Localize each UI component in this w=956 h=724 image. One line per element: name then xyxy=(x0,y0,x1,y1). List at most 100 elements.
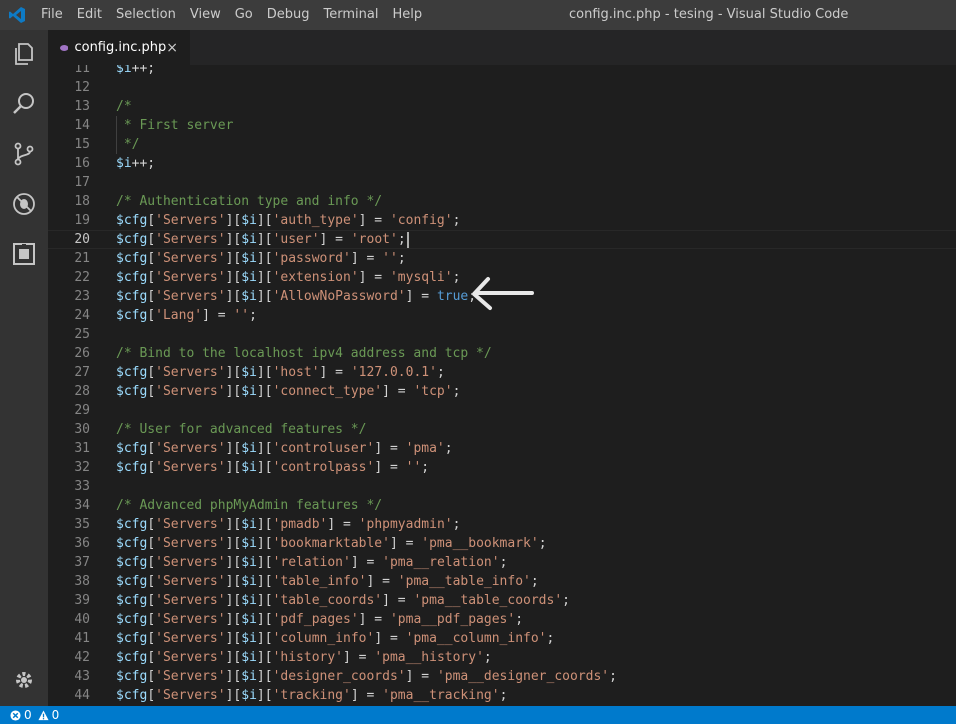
code-token: '127.0.0.1' xyxy=(350,365,437,380)
code-token: $cfg xyxy=(116,308,148,323)
code-token: ] = xyxy=(350,555,383,570)
code-line[interactable]: 36 $cfg['Servers'][$i]['bookmarktable'] =… xyxy=(48,534,956,553)
code-text: $cfg['Servers'][$i]['column_info'] = 'pm… xyxy=(116,629,554,648)
warning-count: 0 xyxy=(51,708,60,722)
code-token: ; xyxy=(562,593,570,608)
code-text: $cfg['Servers'][$i]['pdf_pages'] = 'pma_… xyxy=(116,610,523,629)
code-line[interactable]: 22 $cfg['Servers'][$i]['extension'] = 'my… xyxy=(48,268,956,287)
tab-config-inc-php[interactable]: config.inc.php × xyxy=(48,30,190,65)
code-token: [ xyxy=(147,593,156,608)
code-token: ][ xyxy=(225,669,242,684)
code-line[interactable]: 25 xyxy=(48,325,956,344)
code-token: ][ xyxy=(225,460,242,475)
code-line[interactable]: 17 xyxy=(48,173,956,192)
code-line[interactable]: 19 $cfg['Servers'][$i]['auth_type'] = 'co… xyxy=(48,211,956,230)
activity-bar xyxy=(0,30,48,706)
settings-gear-icon[interactable] xyxy=(0,658,48,702)
line-number: 21 xyxy=(74,251,90,266)
code-token: [ xyxy=(147,650,156,665)
code-text: $cfg['Servers'][$i]['table_info'] = 'pma… xyxy=(116,572,539,591)
menu-selection[interactable]: Selection xyxy=(109,0,183,30)
code-line[interactable]: 39 $cfg['Servers'][$i]['table_coords'] = … xyxy=(48,591,956,610)
code-line[interactable]: 24 $cfg['Lang'] = ''; xyxy=(48,306,956,325)
code-line[interactable]: 27 $cfg['Servers'][$i]['host'] = '127.0.0… xyxy=(48,363,956,382)
code-line[interactable]: 31 $cfg['Servers'][$i]['controluser'] = '… xyxy=(48,439,956,458)
code-text: $cfg['Servers'][$i]['user'] = 'root'; xyxy=(116,231,406,248)
problems-indicator[interactable]: 0 0 xyxy=(10,708,59,722)
code-line[interactable]: 23 $cfg['Servers'][$i]['AllowNoPassword']… xyxy=(48,287,956,306)
code-editor[interactable]: 11 $i++; 12 13/* 14 * First server 15 */16 $i+… xyxy=(48,65,956,706)
code-token: 'Servers' xyxy=(155,574,226,589)
code-token: [ xyxy=(147,232,156,247)
code-token: ] = xyxy=(350,251,383,266)
menu-help[interactable]: Help xyxy=(385,0,429,30)
menu-edit[interactable]: Edit xyxy=(70,0,109,30)
code-line[interactable]: 12 xyxy=(48,78,956,97)
menu-debug[interactable]: Debug xyxy=(260,0,317,30)
menu-file[interactable]: File xyxy=(34,0,70,30)
code-line[interactable]: 33 xyxy=(48,477,956,496)
extensions-icon[interactable] xyxy=(0,232,48,276)
menu-terminal[interactable]: Terminal xyxy=(317,0,386,30)
code-token: ; xyxy=(452,517,461,532)
code-line[interactable]: 38 $cfg['Servers'][$i]['table_info'] = 'p… xyxy=(48,572,956,591)
code-token: ][ xyxy=(256,213,273,228)
line-number: 41 xyxy=(74,631,90,646)
code-token: 'bookmarktable' xyxy=(272,536,390,551)
code-line[interactable]: 44 $cfg['Servers'][$i]['tracking'] = 'pma… xyxy=(48,686,956,705)
menu-go[interactable]: Go xyxy=(228,0,260,30)
code-line[interactable]: 34 /* Advanced phpMyAdmin features */ xyxy=(48,496,956,515)
code-text: $cfg['Servers'][$i]['connect_type'] = 't… xyxy=(116,382,460,401)
code-token: 'Servers' xyxy=(155,669,226,684)
code-line[interactable]: 40 $cfg['Servers'][$i]['pdf_pages'] = 'pm… xyxy=(48,610,956,629)
code-line[interactable]: 16 $i++; xyxy=(48,154,956,173)
code-token: 'controlpass' xyxy=(272,460,375,475)
line-number: 28 xyxy=(74,384,90,399)
window-title: config.inc.php - tesing - Visual Studio … xyxy=(569,7,849,22)
code-line[interactable]: 28 $cfg['Servers'][$i]['connect_type'] = … xyxy=(48,382,956,401)
code-line[interactable]: 32 $cfg['Servers'][$i]['controlpass'] = '… xyxy=(48,458,956,477)
code-line[interactable]: 26 /* Bind to the localhost ipv4 address … xyxy=(48,344,956,363)
debug-icon[interactable] xyxy=(0,182,48,226)
code-token: 'pma__bookmark' xyxy=(421,536,539,551)
code-line[interactable]: 29 xyxy=(48,401,956,420)
code-line[interactable]: 15 */ xyxy=(48,135,956,154)
code-token: 'auth_type' xyxy=(272,213,359,228)
code-token: $i xyxy=(241,536,257,551)
search-icon[interactable] xyxy=(0,82,48,126)
code-line[interactable]: 14 * First server xyxy=(48,116,956,135)
code-token: [ xyxy=(147,612,156,627)
code-line[interactable]: 37 $cfg['Servers'][$i]['relation'] = 'pma… xyxy=(48,553,956,572)
code-text: $cfg['Servers'][$i]['designer_coords'] =… xyxy=(116,667,617,686)
explorer-icon[interactable] xyxy=(0,32,48,76)
code-token: /* User for advanced features */ xyxy=(116,422,367,437)
code-line[interactable]: 18 /* Authentication type and info */ xyxy=(48,192,956,211)
line-number: 14 xyxy=(74,118,90,133)
code-line[interactable]: 41 $cfg['Servers'][$i]['column_info'] = '… xyxy=(48,629,956,648)
close-icon[interactable]: × xyxy=(166,40,178,56)
code-token: 'Servers' xyxy=(155,232,226,247)
line-number: 22 xyxy=(74,270,90,285)
code-line[interactable]: 42 $cfg['Servers'][$i]['history'] = 'pma_… xyxy=(48,648,956,667)
code-token: $i xyxy=(241,612,257,627)
code-line[interactable]: 30 /* User for advanced features */ xyxy=(48,420,956,439)
code-token: 'host' xyxy=(272,365,320,380)
code-line[interactable]: 20 $cfg['Servers'][$i]['user'] = 'root'; xyxy=(48,230,956,249)
code-token: [ xyxy=(147,384,156,399)
code-text: /* User for advanced features */ xyxy=(116,420,366,439)
menu-view[interactable]: View xyxy=(183,0,228,30)
code-token: 'column_info' xyxy=(272,631,375,646)
code-token: $cfg xyxy=(116,669,148,684)
code-token: ][ xyxy=(225,289,242,304)
code-token: ] = xyxy=(202,308,234,323)
code-line[interactable]: 21 $cfg['Servers'][$i]['password'] = ''; xyxy=(48,249,956,268)
code-line[interactable]: 35 $cfg['Servers'][$i]['pmadb'] = 'phpmya… xyxy=(48,515,956,534)
code-text: $cfg['Servers'][$i]['password'] = ''; xyxy=(116,249,406,268)
code-line[interactable]: 13 /* xyxy=(48,97,956,116)
code-token: ][ xyxy=(256,270,273,285)
source-control-icon[interactable] xyxy=(0,132,48,176)
code-token: $cfg xyxy=(116,270,148,285)
code-line[interactable]: 11 $i++; xyxy=(48,65,956,78)
code-line[interactable]: 43 $cfg['Servers'][$i]['designer_coords']… xyxy=(48,667,956,686)
code-token: $i xyxy=(241,650,257,665)
